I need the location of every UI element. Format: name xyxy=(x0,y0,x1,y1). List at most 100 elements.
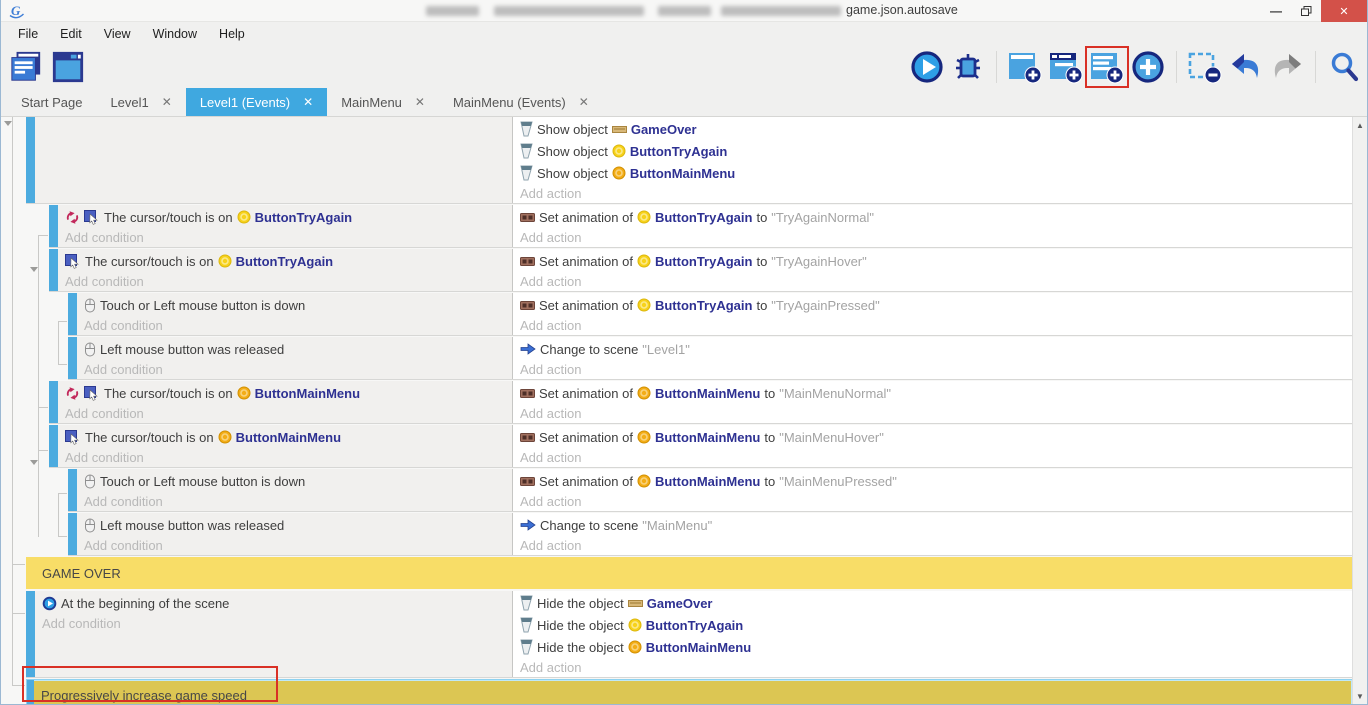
conditions-cell[interactable]: Left mouse button was releasedAdd condit… xyxy=(77,337,513,379)
actions-cell[interactable]: Change to scene"MainMenu"Add action xyxy=(513,513,1353,555)
event-selection-bar[interactable] xyxy=(68,293,77,335)
menu-help[interactable]: Help xyxy=(208,22,256,45)
action-line[interactable]: Show objectButtonMainMenu xyxy=(520,162,1348,184)
actions-cell[interactable]: Change to scene"Level1"Add action xyxy=(513,337,1353,379)
condition-line[interactable]: Left mouse button was released xyxy=(84,338,508,360)
add-action-button[interactable]: Add action xyxy=(520,658,1348,677)
add-subevent-button[interactable] xyxy=(1049,49,1083,85)
condition-line[interactable]: The cursor/touch is onButtonTryAgain xyxy=(65,206,508,228)
condition-line[interactable]: Touch or Left mouse button is down xyxy=(84,470,508,492)
remove-selection-button[interactable] xyxy=(1188,49,1222,85)
event-selection-bar[interactable] xyxy=(49,249,58,291)
menu-window[interactable]: Window xyxy=(142,22,208,45)
action-line[interactable]: Set animation ofButtonTryAgainto"TryAgai… xyxy=(520,250,1348,272)
close-button[interactable]: ✕ xyxy=(1321,0,1367,22)
conditions-cell[interactable]: Touch or Left mouse button is downAdd co… xyxy=(77,469,513,511)
add-plus-button[interactable] xyxy=(1131,49,1165,85)
condition-line[interactable]: Left mouse button was released xyxy=(84,514,508,536)
event-row[interactable]: The cursor/touch is onButtonMainMenuAdd … xyxy=(49,381,1353,424)
redo-button[interactable] xyxy=(1270,49,1304,85)
event-selection-bar[interactable] xyxy=(68,469,77,511)
add-action-button[interactable]: Add action xyxy=(520,492,1348,511)
actions-cell[interactable]: Set animation ofButtonMainMenuto"MainMen… xyxy=(513,381,1353,423)
conditions-cell[interactable]: Touch or Left mouse button is downAdd co… xyxy=(77,293,513,335)
tab-mainmenu-events[interactable]: MainMenu (Events)✕ xyxy=(439,88,603,116)
condition-line[interactable]: The cursor/touch is onButtonMainMenu xyxy=(65,382,508,404)
minimize-button[interactable]: — xyxy=(1261,0,1291,22)
tab-mainmenu[interactable]: MainMenu✕ xyxy=(327,88,439,116)
condition-line[interactable]: The cursor/touch is onButtonMainMenu xyxy=(65,426,508,448)
restore-button[interactable] xyxy=(1291,0,1321,22)
condition-line[interactable]: Touch or Left mouse button is down xyxy=(84,294,508,316)
event-row[interactable]: Touch or Left mouse button is downAdd co… xyxy=(68,469,1353,512)
search-button[interactable] xyxy=(1327,49,1361,85)
scroll-up-button[interactable]: ▲ xyxy=(1356,121,1364,130)
conditions-cell[interactable]: The cursor/touch is onButtonMainMenuAdd … xyxy=(58,381,513,423)
condition-line[interactable]: The cursor/touch is onButtonTryAgain xyxy=(65,250,508,272)
add-action-button[interactable]: Add action xyxy=(520,448,1348,467)
add-condition-button[interactable]: Add condition xyxy=(65,404,508,423)
event-selection-bar[interactable] xyxy=(68,337,77,379)
menu-view[interactable]: View xyxy=(93,22,142,45)
scene-editor-button[interactable] xyxy=(51,49,85,85)
project-manager-button[interactable] xyxy=(9,49,43,85)
tab-close-icon[interactable]: ✕ xyxy=(162,95,172,109)
event-row[interactable]: The cursor/touch is onButtonTryAgainAdd … xyxy=(49,205,1353,248)
menu-edit[interactable]: Edit xyxy=(49,22,93,45)
actions-cell[interactable]: Set animation ofButtonTryAgainto"TryAgai… xyxy=(513,249,1353,291)
action-line[interactable]: Set animation ofButtonMainMenuto"MainMen… xyxy=(520,382,1348,404)
tab-start-page[interactable]: Start Page xyxy=(7,88,96,116)
play-button[interactable] xyxy=(910,49,944,85)
debug-button[interactable] xyxy=(951,49,985,85)
add-condition-button[interactable]: Add condition xyxy=(65,448,508,467)
add-action-button[interactable]: Add action xyxy=(520,536,1348,555)
event-selection-bar[interactable] xyxy=(26,591,35,677)
add-action-button[interactable]: Add action xyxy=(520,360,1348,379)
tab-close-icon[interactable]: ✕ xyxy=(579,95,589,109)
add-comment-button[interactable] xyxy=(1090,49,1124,85)
action-line[interactable]: Change to scene"Level1" xyxy=(520,338,1348,360)
event-row[interactable]: The cursor/touch is onButtonMainMenuAdd … xyxy=(49,425,1353,468)
undo-button[interactable] xyxy=(1229,49,1263,85)
tab-level1-events[interactable]: Level1 (Events)✕ xyxy=(186,88,327,116)
conditions-cell[interactable]: Left mouse button was releasedAdd condit… xyxy=(77,513,513,555)
add-action-button[interactable]: Add action xyxy=(520,228,1348,247)
tab-close-icon[interactable]: ✕ xyxy=(303,95,313,109)
actions-cell[interactable]: Set animation ofButtonMainMenuto"MainMen… xyxy=(513,425,1353,467)
event-selection-bar[interactable] xyxy=(49,205,58,247)
add-condition-button[interactable]: Add condition xyxy=(84,492,508,511)
conditions-cell[interactable]: At the beginning of the sceneAdd conditi… xyxy=(35,591,513,677)
action-line[interactable]: Hide the objectButtonTryAgain xyxy=(520,614,1348,636)
conditions-cell[interactable] xyxy=(35,117,513,203)
add-action-button[interactable]: Add action xyxy=(520,272,1348,291)
actions-cell[interactable]: Set animation ofButtonTryAgainto"TryAgai… xyxy=(513,293,1353,335)
action-line[interactable]: Show objectButtonTryAgain xyxy=(520,140,1348,162)
event-row[interactable]: Touch or Left mouse button is downAdd co… xyxy=(68,293,1353,336)
actions-cell[interactable]: Hide the objectGameOverHide the objectBu… xyxy=(513,591,1353,677)
comment-row[interactable]: GAME OVER xyxy=(26,557,1353,589)
add-condition-button[interactable]: Add condition xyxy=(84,316,508,335)
actions-cell[interactable]: Set animation ofButtonTryAgainto"TryAgai… xyxy=(513,205,1353,247)
action-line[interactable]: Hide the objectGameOver xyxy=(520,592,1348,614)
conditions-cell[interactable]: The cursor/touch is onButtonTryAgainAdd … xyxy=(58,205,513,247)
add-action-button[interactable]: Add action xyxy=(520,404,1348,423)
action-line[interactable]: Set animation ofButtonTryAgainto"TryAgai… xyxy=(520,294,1348,316)
add-event-button[interactable] xyxy=(1008,49,1042,85)
add-condition-button[interactable]: Add condition xyxy=(42,614,508,633)
condition-line[interactable]: At the beginning of the scene xyxy=(42,592,508,614)
add-action-button[interactable]: Add action xyxy=(520,184,1348,203)
action-line[interactable]: Hide the objectButtonMainMenu xyxy=(520,636,1348,658)
scroll-down-button[interactable]: ▼ xyxy=(1356,692,1364,701)
conditions-cell[interactable]: The cursor/touch is onButtonMainMenuAdd … xyxy=(58,425,513,467)
action-line[interactable]: Set animation ofButtonTryAgainto"TryAgai… xyxy=(520,206,1348,228)
add-condition-button[interactable]: Add condition xyxy=(65,272,508,291)
tab-level1[interactable]: Level1✕ xyxy=(96,88,185,116)
event-row[interactable]: At the beginning of the sceneAdd conditi… xyxy=(26,591,1353,678)
conditions-cell[interactable]: The cursor/touch is onButtonTryAgainAdd … xyxy=(58,249,513,291)
event-selection-bar[interactable] xyxy=(26,117,35,203)
add-condition-button[interactable]: Add condition xyxy=(65,228,508,247)
actions-cell[interactable]: Show objectGameOverShow objectButtonTryA… xyxy=(513,117,1353,203)
vertical-scrollbar[interactable]: ▲ ▼ xyxy=(1352,117,1367,705)
event-row[interactable]: Show objectGameOverShow objectButtonTryA… xyxy=(26,117,1353,204)
menu-file[interactable]: File xyxy=(7,22,49,45)
